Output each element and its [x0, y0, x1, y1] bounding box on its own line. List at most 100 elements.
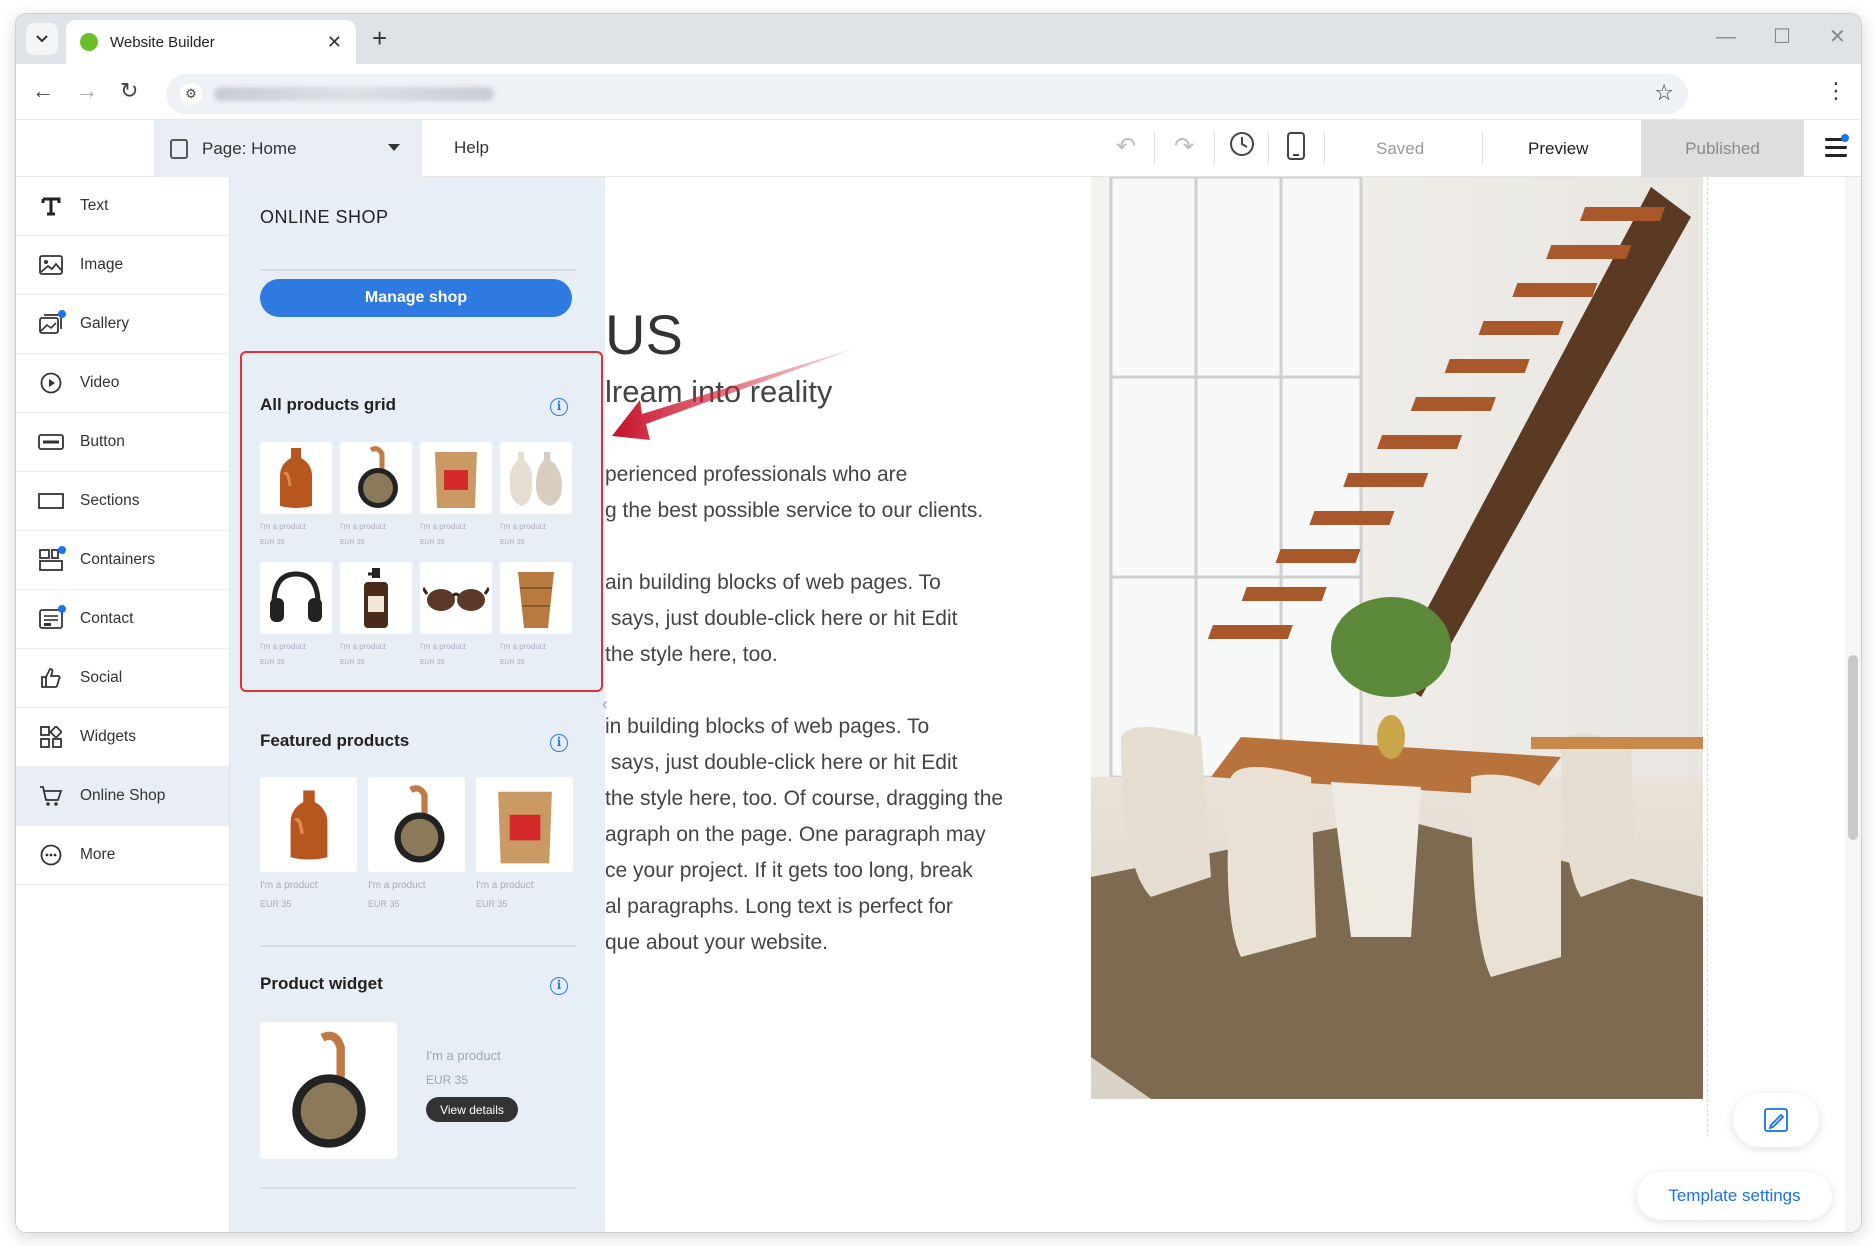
- sidebar-item-online-shop[interactable]: Online Shop: [16, 767, 229, 826]
- more-icon: [38, 844, 64, 866]
- browser-window: Website Builder ✕ + — ☐ ✕ ← → ↻ ⚙ ☆ ⋮ Pa…: [16, 14, 1861, 1232]
- browser-menu-icon[interactable]: ⋮: [1825, 80, 1847, 102]
- info-icon[interactable]: i: [550, 977, 568, 995]
- preview-button[interactable]: Preview: [1528, 139, 1588, 159]
- thumbs-up-icon: [38, 667, 64, 689]
- gallery-icon: [38, 310, 66, 335]
- settings-menu-icon[interactable]: [1825, 134, 1849, 162]
- paragraph-1[interactable]: perienced professionals who are g the be…: [605, 457, 983, 529]
- bookmark-star-icon[interactable]: ☆: [1654, 80, 1674, 106]
- product-name: I'm a product: [476, 880, 534, 891]
- page-label: Page:: [202, 138, 247, 158]
- mobile-view-icon[interactable]: [1286, 131, 1306, 168]
- sidebar-item-label: Contact: [80, 610, 134, 627]
- product-price: EUR 35: [476, 899, 508, 909]
- panel-divider: [260, 269, 576, 271]
- featured-product-card[interactable]: I'm a product EUR 35: [368, 777, 465, 909]
- video-icon: [38, 372, 64, 394]
- manage-shop-button[interactable]: Manage shop: [260, 279, 572, 317]
- sidebar-item-containers[interactable]: Containers: [16, 531, 229, 590]
- new-tab-button[interactable]: +: [372, 24, 387, 52]
- annotation-highlight-box: [240, 351, 603, 692]
- url-input[interactable]: ⚙ ☆: [166, 74, 1688, 114]
- sidebar-item-widgets[interactable]: Widgets: [16, 708, 229, 767]
- sidebar-item-gallery[interactable]: Gallery: [16, 295, 229, 354]
- sidebar-item-label: Button: [80, 433, 125, 450]
- info-icon[interactable]: i: [550, 734, 568, 752]
- sidebar-item-label: More: [80, 846, 116, 863]
- undo-icon[interactable]: ↶: [1116, 132, 1136, 161]
- product-price: EUR 35: [368, 899, 400, 909]
- caret-down-icon: [388, 144, 400, 151]
- sidebar-item-label: Text: [80, 197, 109, 214]
- product-name: I'm a product: [260, 880, 318, 891]
- saved-status: Saved: [1376, 139, 1425, 158]
- close-tab-icon[interactable]: ✕: [327, 32, 342, 53]
- redo-icon[interactable]: ↷: [1174, 132, 1194, 161]
- panel-title: ONLINE SHOP: [260, 207, 389, 227]
- interior-stair-photo[interactable]: [1091, 177, 1703, 1099]
- help-menu[interactable]: Help: [454, 138, 489, 158]
- paragraph-3[interactable]: in building blocks of web pages. To says…: [605, 709, 1003, 961]
- close-window-icon[interactable]: ✕: [1829, 24, 1846, 49]
- history-icon[interactable]: [1228, 130, 1256, 165]
- tab-search-button[interactable]: [26, 23, 58, 55]
- address-bar-row: ← → ↻ ⚙ ☆ ⋮: [16, 64, 1861, 120]
- sidebar-item-contact[interactable]: Contact: [16, 590, 229, 649]
- editor-toolbar: Page: Home Help ↶ ↷ Saved Preview Publis…: [16, 120, 1861, 177]
- toolbar-divider: [1324, 132, 1325, 164]
- sidebar-item-label: Sections: [80, 492, 140, 509]
- view-details-button[interactable]: View details: [426, 1097, 518, 1122]
- forward-icon[interactable]: →: [76, 78, 98, 104]
- sidebar-item-button[interactable]: Button: [16, 413, 229, 472]
- tab-title: Website Builder: [110, 33, 215, 51]
- sidebar-item-sections[interactable]: Sections: [16, 472, 229, 531]
- sidebar-item-more[interactable]: More: [16, 826, 229, 885]
- scrollbar-thumb[interactable]: [1848, 655, 1858, 840]
- product-widget-title: Product widget: [260, 974, 383, 993]
- reload-icon[interactable]: ↻: [120, 78, 138, 104]
- template-settings-button[interactable]: Template settings: [1637, 1172, 1832, 1220]
- page-icon: [170, 138, 188, 159]
- page-name: Home: [251, 138, 297, 158]
- site-favicon-icon: [80, 33, 98, 51]
- back-icon[interactable]: ←: [32, 78, 54, 104]
- sidebar-item-label: Widgets: [80, 728, 136, 745]
- edit-design-icon: [1764, 1108, 1788, 1132]
- tab-strip: Website Builder ✕ + — ☐ ✕: [16, 14, 1861, 64]
- browser-tab[interactable]: Website Builder ✕: [66, 20, 356, 64]
- product-name: I'm a product: [368, 880, 426, 891]
- featured-product-card[interactable]: I'm a product EUR 35: [260, 777, 357, 909]
- featured-products-title: Featured products: [260, 731, 410, 750]
- featured-product-card[interactable]: I'm a product EUR 35: [476, 777, 573, 909]
- canvas-scrollbar[interactable]: [1845, 177, 1861, 1232]
- panel-divider: [260, 945, 576, 947]
- minimize-icon[interactable]: —: [1716, 26, 1736, 49]
- panel-collapse-handle[interactable]: ‹: [602, 694, 616, 734]
- sidebar-item-social[interactable]: Social: [16, 649, 229, 708]
- design-tools-button[interactable]: [1733, 1093, 1819, 1147]
- product-price: EUR 35: [260, 899, 292, 909]
- paragraph-2[interactable]: ain building blocks of web pages. To say…: [605, 565, 958, 673]
- sidebar-item-label: Online Shop: [80, 787, 166, 804]
- product-widget-card[interactable]: [260, 1022, 397, 1159]
- widget-product-price: EUR 35: [426, 1073, 469, 1087]
- url-text-redacted: [214, 87, 494, 101]
- sidebar-item-label: Image: [80, 256, 124, 273]
- sidebar-item-image[interactable]: Image: [16, 236, 229, 295]
- sidebar-item-text[interactable]: Text: [16, 177, 229, 236]
- site-settings-icon[interactable]: ⚙: [180, 83, 202, 105]
- toolbar-divider: [1482, 132, 1483, 164]
- page-canvas[interactable]: US lream into reality perienced professi…: [605, 177, 1861, 1232]
- panel-divider: [260, 1187, 576, 1189]
- widgets-icon: [38, 726, 64, 748]
- widget-product-name: I'm a product: [426, 1048, 501, 1063]
- speaker-image: [368, 777, 465, 872]
- publish-button[interactable]: Published: [1641, 120, 1804, 177]
- maximize-icon[interactable]: ☐: [1773, 24, 1791, 49]
- speaker-image: [291, 1031, 366, 1148]
- page-selector[interactable]: Page: Home: [154, 120, 422, 177]
- cart-icon: [38, 785, 64, 807]
- sidebar-item-video[interactable]: Video: [16, 354, 229, 413]
- chevron-down-icon: [36, 35, 48, 43]
